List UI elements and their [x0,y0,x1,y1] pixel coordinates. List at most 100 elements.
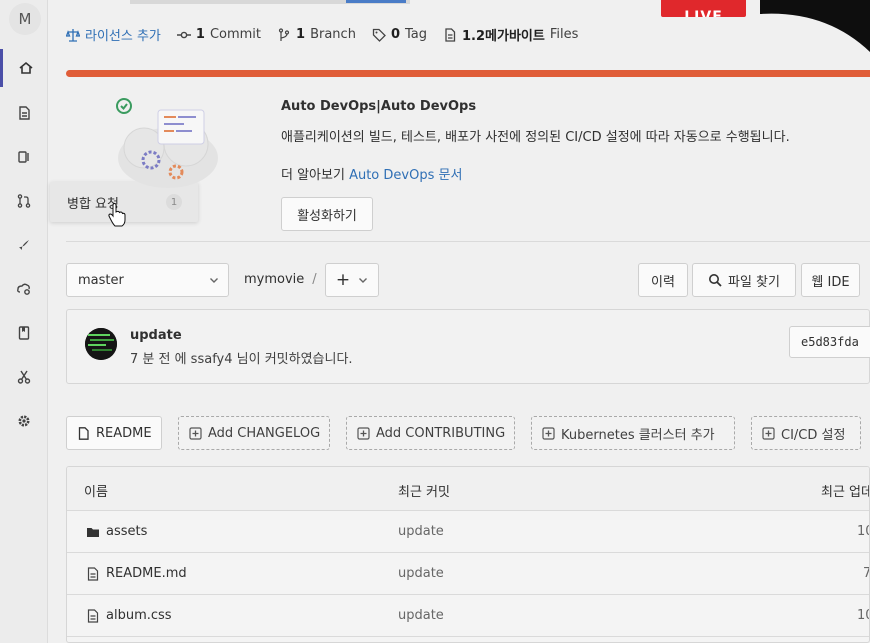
add-kubernetes-cluster-button[interactable]: Kubernetes 클러스터 추가 [531,416,735,450]
add-file-dropdown[interactable]: + [325,263,379,297]
breadcrumb: mymovie / [244,272,317,287]
last-commit-panel: update 7 분 전 에 ssafy4 님이 커밋하였습니다. e5d83f… [66,309,870,384]
hand-cursor-icon [108,203,126,227]
commits-count: 1 [195,27,205,42]
file-name: album.css [106,608,172,623]
branch-name: master [78,272,124,288]
divider [66,241,870,242]
folder-icon [87,527,99,537]
devops-docs-link[interactable]: Auto DevOps 문서 [349,168,462,183]
branches-count: 1 [296,27,306,42]
file-name-cell[interactable]: assets [86,524,147,539]
file-name: assets [106,524,148,539]
add-contributing-label: Add CONTRIBUTING [376,425,506,441]
branch-selector[interactable]: master [66,263,229,297]
commit-title-link[interactable]: update [130,328,182,343]
commit-sha-button[interactable]: e5d83fda [789,326,870,358]
branches-label: Branch [310,27,356,42]
tags-stat[interactable]: 0 Tag [372,27,427,42]
sidebar-item-project-overview[interactable] [0,49,48,87]
plus-square-icon [189,426,202,440]
setup-cicd-label: CI/CD 설정 [781,427,846,443]
find-file-label: 파일 찾기 [728,274,780,290]
table-row[interactable]: README.md update 7 [67,553,869,595]
file-icon [87,566,99,581]
book-icon [18,326,30,340]
project-breadcrumb-link[interactable]: mymovie [244,272,304,287]
column-header-name: 이름 [84,485,108,500]
readme-button[interactable]: README [66,416,162,450]
file-updated: 7 [863,566,869,581]
tags-count: 0 [390,27,400,42]
sidebar-item-cicd[interactable] [0,226,48,264]
sidebar-item-issues[interactable] [0,138,48,176]
sidebar-item-wiki[interactable] [0,314,48,352]
find-file-button[interactable]: 파일 찾기 [692,263,796,297]
chevron-down-icon [210,278,218,283]
project-stats: 라이선스 추가 1 Commit 1 Branch 0 Tag 1.2메가바이트… [66,25,578,44]
file-commit-message[interactable]: update [398,566,444,581]
commits-stat[interactable]: 1 Commit [176,27,262,42]
add-license-label: 라이선스 추가 [85,29,161,44]
file-icon [445,27,456,42]
home-icon [18,61,33,74]
avatar-image [85,328,117,360]
merge-request-icon [17,194,31,208]
live-label: LIVE [684,9,723,17]
add-kubernetes-label: Kubernetes 클러스터 추가 [561,427,715,443]
files-stat[interactable]: 1.2메가바이트 Files [443,25,578,44]
table-row[interactable]: assets update 10 [67,511,869,553]
history-button[interactable]: 이력 [638,263,688,297]
sidebar-item-snippets[interactable] [0,358,48,396]
column-header-last-commit: 최근 커밋 [398,485,450,500]
file-updated: 10 [857,608,869,623]
plus-square-icon [357,426,370,440]
merge-requests-count-badge: 1 [166,194,182,210]
devops-learn-more: 더 알아보기 Auto DevOps 문서 [281,164,462,183]
devops-description: 애플리케이션의 빌드, 테스트, 배포가 사전에 정의된 CI/CD 설정에 따… [281,130,790,145]
live-badge: LIVE [661,0,746,17]
tag-icon [372,28,386,42]
file-name-cell[interactable]: album.css [86,608,172,623]
commit-author-avatar[interactable] [85,328,117,360]
file-commit-message[interactable]: update [398,524,444,539]
add-license-link[interactable]: 라이선스 추가 [66,25,161,44]
project-avatar[interactable]: M [9,3,41,35]
file-table: 이름 최근 커밋 최근 업데 assets update 10 README.m… [66,466,870,643]
branch-icon [278,27,290,41]
files-size: 1.2메가바이트 [462,29,545,44]
commits-label: Commit [209,27,262,42]
tags-label: Tag [404,27,427,42]
plus-icon: + [335,270,351,290]
file-updated: 10 [857,524,869,539]
add-changelog-label: Add CHANGELOG [208,425,321,441]
table-row[interactable]: album.css update 10 [67,595,869,637]
sidebar-item-settings[interactable] [0,402,48,440]
column-header-last-update: 최근 업데 [821,485,870,500]
file-commit-message[interactable]: update [398,608,444,623]
language-bar [66,70,870,77]
add-contributing-button[interactable]: Add CONTRIBUTING [346,416,515,450]
file-name: README.md [106,566,187,581]
search-icon [709,274,722,287]
file-name-cell[interactable]: README.md [86,566,187,581]
web-ide-button[interactable]: 웹 IDE [801,263,860,297]
devops-title: Auto DevOps|Auto DevOps [281,99,477,114]
file-icon [78,426,89,440]
sidebar-item-repository[interactable] [0,94,48,132]
branches-stat[interactable]: 1 Branch [277,27,356,42]
setup-cicd-button[interactable]: CI/CD 설정 [751,416,861,450]
sidebar-item-merge-requests[interactable] [0,182,48,220]
snippets-icon [17,370,31,384]
cloud-settings-icon [17,283,30,295]
settings-icon [18,415,30,427]
overlay-corner [760,0,870,52]
file-icon [87,608,99,623]
breadcrumb-separator: / [312,272,317,287]
left-sidebar: M [0,0,48,643]
enable-devops-button[interactable]: 활성화하기 [281,197,373,231]
add-changelog-button[interactable]: Add CHANGELOG [178,416,330,450]
sidebar-item-operations[interactable] [0,270,48,308]
issues-icon [18,151,29,163]
scale-icon [66,28,80,42]
